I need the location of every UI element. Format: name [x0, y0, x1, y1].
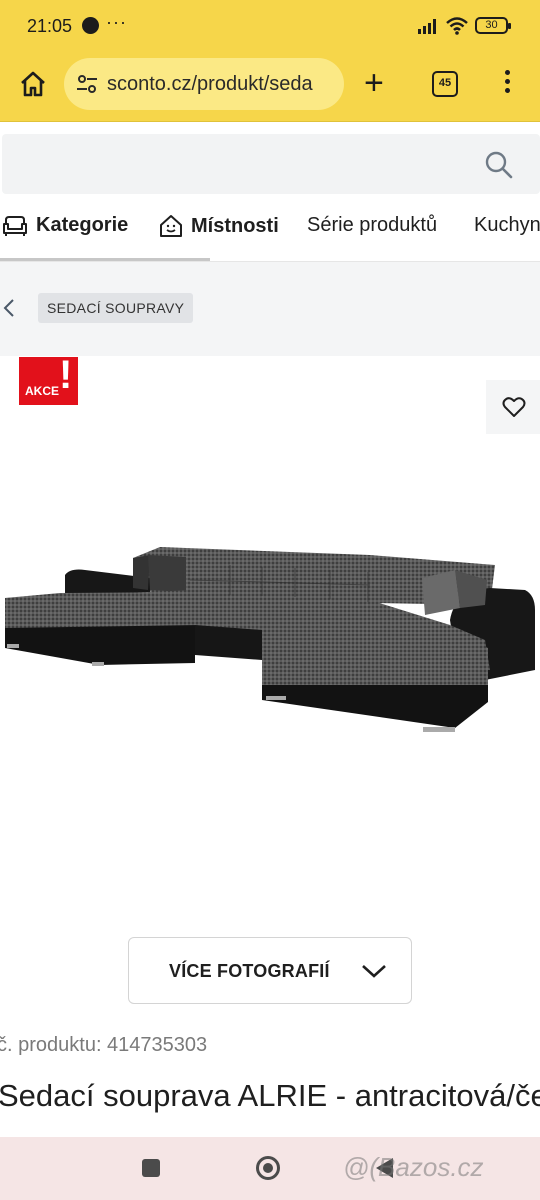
heart-icon — [502, 397, 526, 417]
product-title: Sedací souprava ALRIE - antracitová/čern… — [0, 1078, 540, 1113]
site-search-input[interactable] — [2, 134, 540, 194]
browser-toolbar: sconto.cz/produkt/seda + 45 — [0, 52, 540, 122]
overflow-menu-icon[interactable] — [505, 70, 511, 97]
watermark-text: @(Bazos.cz — [343, 1152, 484, 1182]
recents-button[interactable] — [142, 1159, 160, 1177]
signal-icon — [418, 19, 436, 34]
nav-item-kategorie[interactable]: Kategorie — [2, 214, 128, 237]
wishlist-button[interactable] — [486, 380, 540, 434]
status-bar: 21:05 ··· 30 — [0, 0, 540, 52]
new-tab-icon[interactable]: + — [364, 66, 384, 100]
tab-count-button[interactable]: 45 — [432, 71, 458, 97]
nav-item-kuchyne[interactable]: Kuchyně — [474, 214, 540, 237]
nav-item-mistnosti[interactable]: Místnosti — [159, 214, 279, 238]
product-image[interactable] — [0, 430, 540, 850]
nav-label-kuchyne: Kuchyně — [474, 214, 540, 236]
breadcrumb: SEDACÍ SOUPRAVY — [0, 262, 540, 356]
home-button[interactable] — [256, 1156, 280, 1180]
more-photos-label: VÍCE FOTOGRAFIÍ — [169, 961, 330, 981]
search-icon[interactable] — [484, 150, 514, 180]
wifi-icon — [446, 17, 468, 35]
sale-badge-label: AKCE — [25, 384, 60, 398]
chevron-left-icon[interactable] — [3, 298, 15, 318]
messenger-icon — [82, 17, 99, 34]
address-bar[interactable]: sconto.cz/produkt/seda — [64, 58, 344, 110]
more-photos-button[interactable]: VÍCE FOTOGRAFIÍ — [128, 937, 412, 1004]
nav-item-serie-produktu[interactable]: Série produktů — [307, 214, 437, 237]
system-nav-bar: @(Bazos.cz — [0, 1137, 540, 1200]
site-settings-icon[interactable] — [76, 73, 98, 95]
product-code: č. produktu: 414735303 — [0, 1034, 208, 1056]
nav-label-mistnosti: Místnosti — [191, 214, 279, 237]
armchair-icon — [3, 215, 27, 236]
exclamation-icon: ! — [59, 353, 73, 397]
chevron-down-icon — [362, 965, 386, 978]
nav-label-serie: Série produktů — [307, 214, 438, 236]
clock: 21:05 — [27, 16, 73, 36]
more-notifications-icon: ··· — [106, 12, 127, 32]
sale-badge: AKCE ! — [19, 353, 78, 405]
home-icon[interactable] — [18, 69, 48, 99]
breadcrumb-category[interactable]: SEDACÍ SOUPRAVY — [38, 293, 194, 323]
house-smile-icon — [160, 215, 182, 237]
category-nav: Kategorie Místnosti Série produktů Kuchy… — [0, 206, 540, 262]
url-text[interactable]: sconto.cz/produkt/seda — [107, 73, 337, 96]
battery-icon: 30 — [475, 17, 511, 34]
nav-label-kategorie: Kategorie — [36, 214, 129, 236]
